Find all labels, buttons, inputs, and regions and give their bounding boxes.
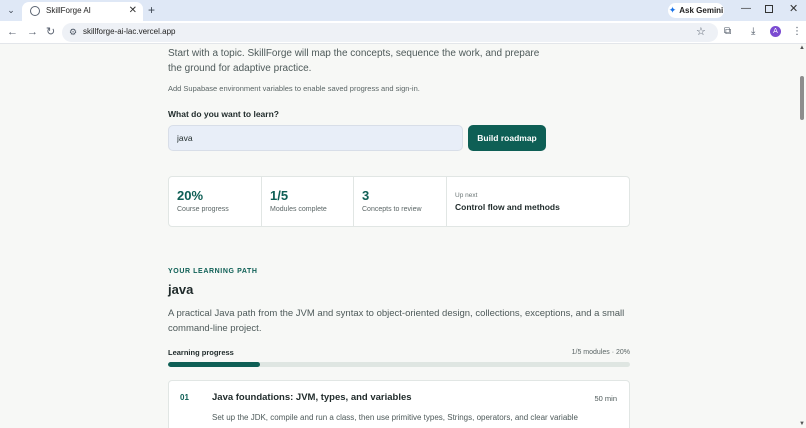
module-card[interactable]: 01 Java foundations: JVM, types, and var… [168,380,630,428]
site-settings-icon[interactable]: ⚙ [69,27,77,38]
tab-strip: ⌄ SkillForge AI ✕ + ✦ Ask Gemini — ✕ [0,0,806,21]
supabase-notice: Add Supabase environment variables to en… [168,84,420,93]
topic-input[interactable] [168,125,463,151]
concepts-review-label: Concepts to review [362,206,422,213]
tab-close-icon[interactable]: ✕ [129,5,137,17]
url-text[interactable]: skillforge-ai-lac.vercel.app [83,27,175,36]
back-arrow-icon[interactable]: ← [7,25,18,39]
bookmark-star-icon[interactable]: ☆ [696,25,706,38]
stat-modules-complete: 1/5 Modules complete [262,177,354,226]
reload-icon[interactable]: ↻ [46,25,55,39]
forward-arrow-icon[interactable]: → [27,25,38,39]
profile-avatar[interactable]: A [770,26,781,37]
tab-title: SkillForge AI [46,6,91,15]
path-description: A practical Java path from the JVM and s… [168,308,625,334]
course-progress-value: 20% [177,188,204,203]
course-progress-label: Course progress [177,206,229,213]
learning-progress-fill [168,362,261,367]
new-tab-plus-icon[interactable]: + [148,3,155,17]
module-description: Set up the JDK, compile and run a class,… [212,413,578,422]
tab-favicon-icon [30,6,40,16]
stat-up-next: Up next Control flow and methods [447,177,629,226]
page-scrollbar[interactable]: ▲ ▼ [798,44,806,428]
download-icon[interactable]: ⤓ [751,26,755,37]
ask-gemini-label: Ask Gemini [679,6,724,15]
ask-gemini-button[interactable]: ✦ Ask Gemini [668,3,724,18]
window-restore-icon[interactable] [765,5,773,13]
window-close-icon[interactable]: ✕ [789,2,798,15]
module-number: 01 [180,393,189,402]
concepts-review-value: 3 [362,188,370,203]
learning-path-eyebrow: YOUR LEARNING PATH [168,268,258,275]
up-next-value: Control flow and methods [455,202,560,212]
scroll-down-arrow-icon[interactable]: ▼ [798,421,806,427]
browser-toolbar: ← → ↻ ⚙ skillforge-ai-lac.vercel.app ☆ ⧉… [0,21,806,44]
learning-progress-bar [168,362,630,367]
topic-question-label: What do you want to learn? [168,109,279,119]
gemini-sparkle-icon: ✦ [668,5,677,15]
browser-menu-kebab-icon[interactable]: ⋮ [792,26,802,37]
module-title: Java foundations: JVM, types, and variab… [212,392,412,403]
modules-complete-label: Modules complete [270,206,327,213]
build-roadmap-button[interactable]: Build roadmap [468,125,546,151]
modules-complete-value: 1/5 [270,188,289,203]
stat-course-progress: 20% Course progress [169,177,262,226]
learning-progress-label: Learning progress [168,348,234,357]
scrollbar-thumb[interactable] [800,76,804,120]
extensions-puzzle-icon[interactable]: ⧉ [724,26,731,37]
window-minimize-icon[interactable]: — [741,3,751,14]
browser-tab[interactable]: SkillForge AI ✕ [22,2,143,21]
stats-panel: 20% Course progress 1/5 Modules complete… [168,176,630,227]
up-next-label: Up next [455,192,478,199]
address-bar[interactable]: ⚙ skillforge-ai-lac.vercel.app ☆ [62,23,718,42]
tab-search-chevron-icon[interactable]: ⌄ [4,3,18,17]
learning-progress-meta: 1/5 modules · 20% [571,349,630,356]
stat-concepts-review: 3 Concepts to review [354,177,447,226]
module-duration: 50 min [594,394,617,403]
path-title: java [168,282,194,297]
hero-intro: Start with a topic. SkillForge will map … [168,48,540,74]
scroll-up-arrow-icon[interactable]: ▲ [798,45,806,51]
